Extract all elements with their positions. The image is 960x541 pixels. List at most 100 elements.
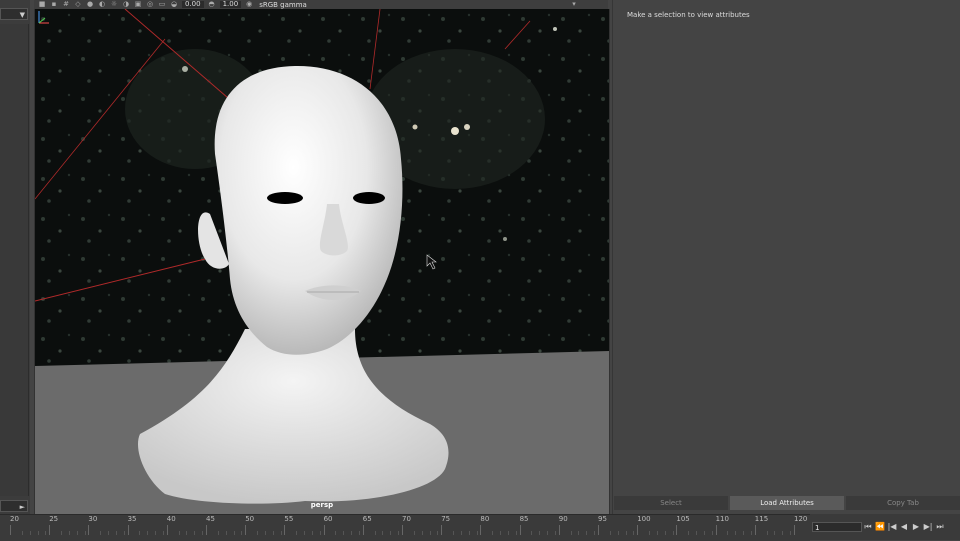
timeline-minor-tick [264,531,266,535]
wireframe-icon[interactable]: ◇ [74,1,82,8]
timeline-minor-tick [507,531,509,535]
attribute-editor-panel: Make a selection to view attributes Sele… [612,0,960,514]
shaded-icon[interactable]: ● [86,1,94,8]
timeline-minor-tick [421,531,423,535]
timeline-minor-tick [382,531,384,535]
timeline-minor-tick [358,531,360,535]
shadows-icon[interactable]: ◑ [122,1,130,8]
timeline-minor-tick [500,531,502,535]
timeline-minor-tick [703,531,705,535]
attribute-editor-message: Make a selection to view attributes [627,11,750,19]
left-eye-socket [267,192,303,204]
axis-gizmo-icon [38,11,49,24]
timeline-minor-tick [711,531,713,535]
lights-icon[interactable]: ☼ [110,1,118,8]
perspective-viewport[interactable]: persp [34,9,610,514]
timeline-minor-tick [554,531,556,535]
play-forward-icon[interactable]: ▶ [910,522,922,532]
timeline-tick-label: 105 [676,515,690,535]
timeline-tick-label: 40 [166,515,176,535]
timeline-minor-tick [539,531,541,535]
textured-icon[interactable]: ◐ [98,1,106,8]
timeline-tick-label: 60 [323,515,333,535]
timeline-minor-tick [76,531,78,535]
timeline-minor-tick [664,531,666,535]
timeline-minor-tick [437,531,439,535]
resolution-gate-icon[interactable]: ▭ [158,1,166,8]
timeline-minor-tick [123,531,125,535]
timeline-minor-tick [147,531,149,535]
timeline-tick-label: 25 [49,515,59,535]
timeline-minor-tick [625,531,627,535]
timeline-tick-label: 100 [637,515,651,535]
step-forward-frame-icon[interactable]: ▶| [922,522,934,532]
color-management-icon[interactable]: ◉ [245,1,253,8]
left-bottom-arrow[interactable]: ► [0,500,28,512]
timeline-minor-tick [390,531,392,535]
xray-icon[interactable]: ◎ [146,1,154,8]
timeline-minor-tick [217,531,219,535]
timeline-minor-tick [108,531,110,535]
timeline-minor-tick [413,531,415,535]
bookmark-icon[interactable]: ▪ [50,1,58,8]
timeline-minor-tick [178,531,180,535]
timeline-tick-label: 70 [402,515,411,535]
current-frame-field[interactable]: 1 [812,522,862,532]
go-to-end-icon[interactable]: ⏭ [934,522,946,532]
timeline-minor-tick [578,531,580,535]
timeline-minor-tick [727,531,729,535]
timeline-minor-tick [257,531,259,535]
camera-icon[interactable]: ■ [38,1,46,8]
load-attributes-button[interactable]: Load Attributes [730,496,844,510]
timeline-tick-label: 90 [558,515,568,535]
timeline-minor-tick [351,531,353,535]
timeline-tick-label: 110 [715,515,729,535]
exposure-icon[interactable]: ◒ [170,1,178,8]
timeline-minor-tick [735,531,737,535]
timeline-tick-label: 50 [245,515,255,535]
timeline-minor-tick [202,531,204,535]
copy-tab-button[interactable]: Copy Tab [846,496,960,510]
isolate-icon[interactable]: ▣ [134,1,142,8]
playback-controls: 1 ⏮ ⏪ |◀ ◀ ▶ ▶| ⏭ [810,514,960,540]
select-button[interactable]: Select [614,496,728,510]
play-backward-icon[interactable]: ◀ [898,522,910,532]
exposure-field[interactable]: 0.00 [182,1,204,8]
timeline-minor-tick [194,531,196,535]
step-back-frame-icon[interactable]: |◀ [886,522,898,532]
timeline-minor-tick [374,531,376,535]
left-side-strip: ▼ ► [0,0,30,514]
timeline-minor-tick [649,531,651,535]
left-dropdown[interactable]: ▼ [0,8,28,20]
timeline-tick-label: 85 [519,515,529,535]
time-slider[interactable]: 20 25 30 35 40 45 50 55 60 65 70 75 80 85 90 95 100 105 11… [0,514,810,541]
timeline-tick-label: 65 [362,515,372,535]
timeline-minor-tick [476,531,478,535]
timeline-minor-tick [492,531,494,535]
gamma-icon[interactable]: ◓ [208,1,216,8]
attribute-editor-buttons: Select Load Attributes Copy Tab [613,496,960,510]
timeline-minor-tick [790,531,792,535]
timeline-minor-tick [398,531,400,535]
timeline-minor-tick [162,531,164,535]
timeline-minor-tick [743,531,745,535]
gamma-field[interactable]: 1.00 [219,1,242,8]
timeline-minor-tick [115,531,117,535]
timeline-tick-label: 45 [206,515,215,535]
grid-icon[interactable]: # [62,1,70,8]
timeline-minor-tick [766,531,768,535]
left-scroll-track[interactable] [0,24,29,496]
timeline-minor-tick [272,531,274,535]
timeline-minor-tick [429,531,431,535]
timeline-minor-tick [633,531,635,535]
viewport-scene [35,9,609,514]
go-to-start-icon[interactable]: ⏮ [862,522,874,532]
step-back-key-icon[interactable]: ⏪ [874,522,886,532]
color-space-dropdown[interactable]: sRGB gamma [257,1,309,9]
timeline-minor-tick [586,531,588,535]
timeline-minor-tick [547,531,549,535]
timeline-minor-tick [774,531,776,535]
chevron-down-icon[interactable]: ▾ [570,1,578,8]
timeline-tick-label: 35 [127,515,137,535]
timeline-minor-tick [688,531,690,535]
